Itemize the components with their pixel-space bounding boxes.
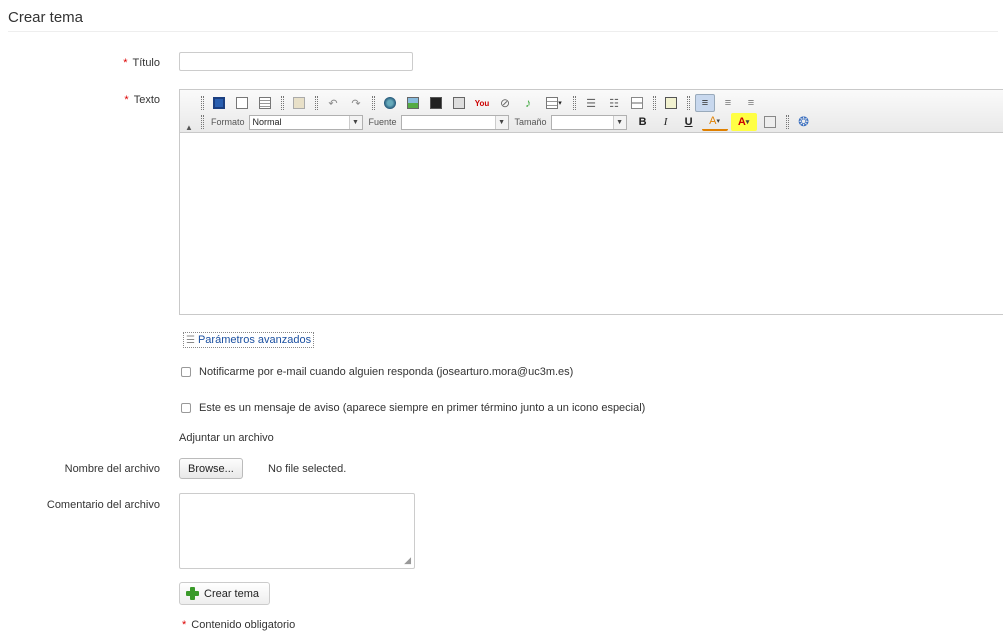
flash-icon[interactable] xyxy=(426,94,446,112)
titulo-input[interactable] xyxy=(179,52,413,71)
save-icon[interactable] xyxy=(209,94,229,112)
image-icon[interactable] xyxy=(403,94,423,112)
advanced-params-label: Parámetros avanzados xyxy=(197,334,312,346)
toolbar-grip xyxy=(653,96,656,110)
sticky-option: Este es un mensaje de aviso (aparece sie… xyxy=(181,402,645,414)
align-right-icon[interactable]: ≡ xyxy=(741,94,761,112)
about-icon[interactable]: ❂ xyxy=(794,113,814,131)
formato-select[interactable]: Normal ▼ xyxy=(248,114,363,130)
remove-format-icon[interactable] xyxy=(760,113,780,131)
collapse-toolbar-icon[interactable]: ▲ xyxy=(185,123,193,132)
texto-label-row: * Texto xyxy=(60,94,160,106)
fuente-label: Fuente xyxy=(368,117,397,127)
youtube-icon[interactable]: You xyxy=(472,94,492,112)
rich-text-editor: ↶ ↷ You ⊘ ♪ ▾ ☰ ☷ ≡ ≡ ≡ Formato Normal ▼… xyxy=(179,89,1003,315)
toolbar-grip xyxy=(573,96,576,110)
horizontal-rule-icon[interactable] xyxy=(627,94,647,112)
chevron-down-icon: ▼ xyxy=(494,115,508,129)
toolbar-grip xyxy=(687,96,690,110)
toolbar-grip xyxy=(201,96,204,110)
required-asterisk: * xyxy=(124,94,129,106)
toolbar-grip xyxy=(281,96,284,110)
required-asterisk: * xyxy=(182,619,187,631)
file-status: No file selected. xyxy=(268,463,347,475)
notify-option: Notificarme por e-mail cuando alguien re… xyxy=(181,366,573,378)
paste-icon[interactable] xyxy=(289,94,309,112)
browse-button[interactable]: Browse... xyxy=(179,458,243,479)
resize-handle-icon[interactable]: ◢ xyxy=(404,555,411,566)
tamano-label: Tamaño xyxy=(514,117,547,127)
text-color-button[interactable]: A ▾ xyxy=(701,113,728,131)
bg-color-icon: A xyxy=(737,116,746,128)
titulo-label: Título xyxy=(132,57,160,69)
music-icon[interactable]: ♪ xyxy=(518,94,538,112)
bg-color-button[interactable]: A ▾ xyxy=(730,113,757,131)
toolbar-row-1: ↶ ↷ You ⊘ ♪ ▾ ☰ ☷ ≡ ≡ ≡ xyxy=(198,93,764,113)
formato-value: Normal xyxy=(252,117,282,127)
required-note-text: Contenido obligatorio xyxy=(191,619,296,631)
page-title: Crear tema xyxy=(8,9,84,26)
toolbar-grip xyxy=(201,115,204,129)
numbered-list-icon[interactable]: ☷ xyxy=(604,94,624,112)
sticky-label: Este es un mensaje de aviso (aparece sie… xyxy=(199,402,646,414)
preview-icon[interactable] xyxy=(255,94,275,112)
bold-button[interactable]: B xyxy=(633,113,653,131)
blockquote-icon[interactable] xyxy=(661,94,681,112)
table-icon[interactable]: ▾ xyxy=(541,94,567,112)
underline-button[interactable]: U xyxy=(679,113,699,131)
text-color-icon: A xyxy=(709,115,717,127)
align-left-icon[interactable]: ≡ xyxy=(695,94,715,112)
italic-button[interactable]: I xyxy=(656,113,676,131)
formato-label: Formato xyxy=(211,117,245,127)
plus-icon xyxy=(186,587,199,600)
tamano-select[interactable]: ▼ xyxy=(550,114,627,130)
new-page-icon[interactable] xyxy=(232,94,252,112)
fuente-select[interactable]: ▼ xyxy=(400,114,509,130)
comment-label: Comentario del archivo xyxy=(46,499,160,511)
toolbar-grip xyxy=(372,96,375,110)
toolbar-grip xyxy=(315,96,318,110)
filename-label: Nombre del archivo xyxy=(64,463,160,475)
title-divider xyxy=(8,31,998,32)
notify-label: Notificarme por e-mail cuando alguien re… xyxy=(199,366,574,378)
toolbar-row-2: Formato Normal ▼ Fuente ▼ Tamaño ▼ B I U… xyxy=(198,112,817,132)
titulo-label-row: * Título xyxy=(60,57,160,69)
media-icon[interactable] xyxy=(449,94,469,112)
sticky-checkbox[interactable] xyxy=(181,403,191,413)
chevron-down-icon: ▼ xyxy=(348,115,362,129)
crear-tema-label: Crear tema xyxy=(204,587,260,600)
undo-icon[interactable]: ↶ xyxy=(323,94,343,112)
special-char-icon[interactable]: ⊘ xyxy=(495,94,515,112)
toolbar-grip xyxy=(785,115,789,129)
bulleted-list-icon[interactable]: ☰ xyxy=(581,94,601,112)
notify-checkbox[interactable] xyxy=(181,367,191,377)
required-asterisk: * xyxy=(123,57,128,69)
attachment-section-label: Adjuntar un archivo xyxy=(179,432,274,444)
crear-tema-button[interactable]: Crear tema xyxy=(179,582,271,605)
chevron-down-icon: ▼ xyxy=(612,115,626,129)
advanced-icon: ☰ xyxy=(186,334,195,346)
advanced-params-toggle[interactable]: ☰ Parámetros avanzados xyxy=(183,332,315,348)
texto-label: Texto xyxy=(133,94,160,106)
align-center-icon[interactable]: ≡ xyxy=(718,94,738,112)
editor-toolbar: ↶ ↷ You ⊘ ♪ ▾ ☰ ☷ ≡ ≡ ≡ Formato Normal ▼… xyxy=(180,90,1003,133)
required-note: * Contenido obligatorio xyxy=(182,619,295,631)
comment-textarea[interactable]: ◢ xyxy=(179,493,415,569)
link-icon[interactable] xyxy=(380,94,400,112)
redo-icon[interactable]: ↷ xyxy=(346,94,366,112)
